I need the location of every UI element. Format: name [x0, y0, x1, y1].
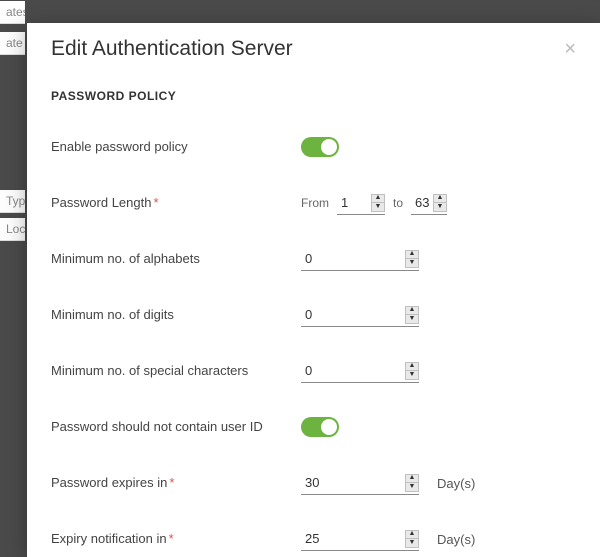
label-min-digits: Minimum no. of digits — [51, 306, 301, 324]
stepper-icon[interactable]: ▲▼ — [405, 530, 419, 548]
row-min-special: Minimum no. of special characters ▲▼ — [51, 357, 564, 385]
label-password-length: Password Length* — [51, 194, 301, 212]
input-min-special[interactable]: ▲▼ — [301, 359, 419, 383]
row-enable-policy: Enable password policy — [51, 133, 564, 161]
input-expires-field[interactable] — [301, 473, 405, 492]
stepper-icon[interactable]: ▲▼ — [405, 474, 419, 492]
label-notify: Expiry notification in* — [51, 530, 301, 548]
toggle-enable-policy[interactable] — [301, 137, 339, 157]
input-notify[interactable]: ▲▼ — [301, 527, 419, 551]
required-marker: * — [153, 195, 158, 210]
label-min-alphabets: Minimum no. of alphabets — [51, 250, 301, 268]
unit-days: Day(s) — [437, 532, 475, 547]
modal-title: Edit Authentication Server — [51, 37, 293, 61]
input-length-from-field[interactable] — [337, 193, 371, 212]
stepper-icon[interactable]: ▲▼ — [433, 194, 447, 212]
input-length-to[interactable]: ▲▼ — [411, 191, 447, 215]
modal-body[interactable]: PASSWORD POLICY Enable password policy P… — [27, 71, 600, 557]
bg-row: Typ — [0, 190, 25, 213]
input-length-from[interactable]: ▲▼ — [337, 191, 385, 215]
label-expires: Password expires in* — [51, 474, 301, 492]
input-min-digits-field[interactable] — [301, 305, 405, 324]
unit-days: Day(s) — [437, 476, 475, 491]
label-enable-policy: Enable password policy — [51, 138, 301, 156]
row-notify: Expiry notification in* ▲▼ Day(s) — [51, 525, 564, 553]
stepper-icon[interactable]: ▲▼ — [371, 194, 385, 212]
bg-row: ates — [0, 1, 25, 24]
input-min-digits[interactable]: ▲▼ — [301, 303, 419, 327]
bg-row: Loc — [0, 218, 25, 241]
input-min-alphabets-field[interactable] — [301, 249, 405, 268]
label-min-special: Minimum no. of special characters — [51, 362, 301, 380]
row-expires: Password expires in* ▲▼ Day(s) — [51, 469, 564, 497]
row-password-length: Password Length* From ▲▼ to ▲▼ — [51, 189, 564, 217]
label-from: From — [301, 196, 329, 210]
bg-row: ate — [0, 32, 25, 55]
required-marker: * — [169, 531, 174, 546]
modal-header: Edit Authentication Server × — [27, 23, 600, 71]
row-no-userid: Password should not contain user ID — [51, 413, 564, 441]
input-notify-field[interactable] — [301, 529, 405, 548]
input-length-to-field[interactable] — [411, 193, 433, 212]
required-marker: * — [169, 475, 174, 490]
stepper-icon[interactable]: ▲▼ — [405, 362, 419, 380]
stepper-icon[interactable]: ▲▼ — [405, 250, 419, 268]
close-icon[interactable]: × — [564, 39, 576, 59]
row-min-alphabets: Minimum no. of alphabets ▲▼ — [51, 245, 564, 273]
row-min-digits: Minimum no. of digits ▲▼ — [51, 301, 564, 329]
section-title: PASSWORD POLICY — [51, 89, 564, 103]
input-min-special-field[interactable] — [301, 361, 405, 380]
label-to: to — [393, 196, 403, 210]
stepper-icon[interactable]: ▲▼ — [405, 306, 419, 324]
label-no-userid: Password should not contain user ID — [51, 418, 301, 436]
modal-body-wrap: PASSWORD POLICY Enable password policy P… — [27, 71, 600, 557]
input-min-alphabets[interactable]: ▲▼ — [301, 247, 419, 271]
input-expires[interactable]: ▲▼ — [301, 471, 419, 495]
toggle-no-userid[interactable] — [301, 417, 339, 437]
edit-auth-server-modal: Edit Authentication Server × PASSWORD PO… — [27, 23, 600, 557]
